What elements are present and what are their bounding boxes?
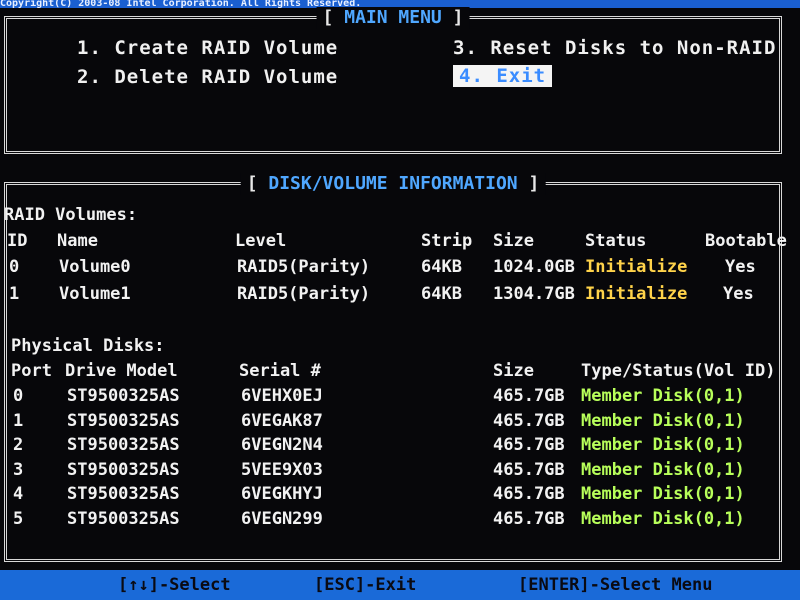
vol-size: 1024.0GB: [493, 257, 575, 277]
menu-item-create-raid[interactable]: 1. Create RAID Volume: [77, 37, 338, 59]
vol-bootable: Yes: [723, 284, 754, 304]
disk-type-status: Member Disk(0,1): [581, 459, 745, 480]
status-bar: [↑↓]-Select [ESC]-Exit [ENTER]-Select Me…: [0, 570, 800, 600]
disk-size: 465.7GB: [493, 459, 565, 480]
vol-strip: 64KB: [421, 257, 462, 277]
disk-model: ST9500325AS: [67, 410, 180, 431]
disk-serial: 6VEGAK87: [241, 410, 323, 431]
vol-header-strip: Strip: [421, 231, 473, 251]
disk-serial: 6VEGKHYJ: [241, 484, 323, 504]
disk-type-status: Member Disk(0,1): [581, 484, 745, 504]
disk-port: 5: [13, 508, 24, 529]
vol-bootable: Yes: [725, 257, 756, 277]
disk-model: ST9500325AS: [67, 386, 180, 406]
disk-model: ST9500325AS: [67, 459, 180, 480]
main-menu-panel: [ MAIN MENU ] 1. Create RAID Volume 2. D…: [4, 7, 782, 154]
vol-header-bootable: Bootable: [705, 231, 787, 251]
disk-volume-panel: [ DISK/VOLUME INFORMATION ] RAID Volumes…: [4, 173, 787, 562]
disk-port: 1: [13, 410, 24, 431]
vol-level: RAID5(Parity): [237, 284, 371, 304]
vol-header-size: Size: [493, 231, 534, 251]
disk-serial: 5VEE9X03: [241, 459, 323, 480]
vol-size: 1304.7GB: [493, 284, 575, 304]
disk-size: 465.7GB: [493, 435, 565, 455]
disk-type-status: Member Disk(0,1): [581, 435, 745, 455]
disk-port: 2: [13, 435, 24, 455]
disk-serial: 6VEGN2N4: [241, 435, 323, 455]
raid-volumes-label: RAID Volumes:: [4, 205, 138, 225]
vol-header-level: Level: [235, 231, 287, 251]
disk-header-size: Size: [493, 361, 534, 381]
disk-size: 465.7GB: [493, 386, 565, 406]
status-select-hint: [↑↓]-Select: [118, 575, 231, 595]
disk-port: 3: [13, 459, 24, 480]
disk-header-model: Drive Model: [65, 361, 178, 381]
vol-id: 0: [9, 257, 20, 277]
vol-name: Volume1: [59, 284, 131, 304]
disk-model: ST9500325AS: [67, 435, 180, 455]
menu-item-exit[interactable]: 4. Exit: [453, 65, 553, 87]
disk-port: 4: [13, 484, 24, 504]
vol-header-id: ID: [7, 231, 28, 251]
vol-strip: 64KB: [421, 284, 462, 304]
vol-level: RAID5(Parity): [237, 257, 371, 277]
disk-model: ST9500325AS: [67, 508, 180, 529]
vol-header-status: Status: [585, 231, 647, 251]
vol-id: 1: [9, 284, 20, 304]
vol-header-name: Name: [57, 231, 98, 251]
disk-serial: 6VEHX0EJ: [241, 386, 323, 406]
disk-port: 0: [13, 386, 24, 406]
main-menu-title: [ MAIN MENU ]: [316, 7, 470, 29]
disk-size: 465.7GB: [493, 410, 565, 431]
vol-status: Initialize: [585, 257, 688, 277]
disk-type-status: Member Disk(0,1): [581, 508, 745, 529]
disk-size: 465.7GB: [493, 484, 565, 504]
vol-name: Volume0: [59, 257, 131, 277]
disk-header-serial: Serial #: [239, 361, 321, 381]
menu-item-delete-raid[interactable]: 2. Delete RAID Volume: [77, 66, 338, 88]
disk-model: ST9500325AS: [67, 484, 180, 504]
disk-size: 465.7GB: [493, 508, 565, 529]
menu-item-reset-disks[interactable]: 3. Reset Disks to Non-RAID: [453, 37, 776, 59]
disk-type-status: Member Disk(0,1): [581, 386, 745, 406]
disk-serial: 6VEGN299: [241, 508, 323, 529]
disk-type-status: Member Disk(0,1): [581, 410, 745, 431]
vol-status: Initialize: [585, 284, 688, 304]
physical-disks-label: Physical Disks:: [11, 336, 165, 356]
disk-header-port: Port: [11, 361, 52, 381]
status-exit-hint: [ESC]-Exit: [314, 575, 417, 595]
disk-volume-title: [ DISK/VOLUME INFORMATION ]: [240, 173, 546, 195]
status-enter-hint: [ENTER]-Select Menu: [518, 575, 713, 595]
disk-header-type: Type/Status(Vol ID): [581, 361, 776, 381]
